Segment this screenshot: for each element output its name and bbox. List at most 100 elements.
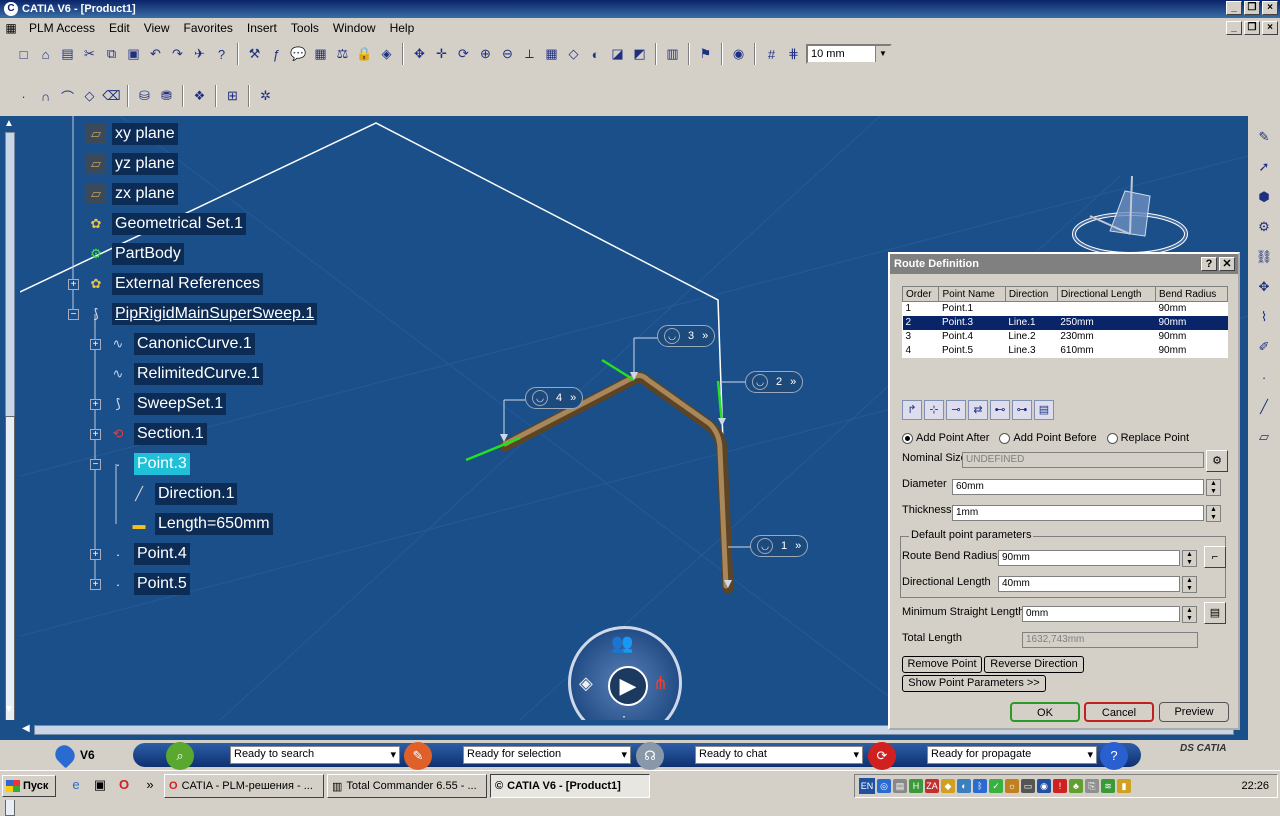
add-point-icon[interactable]: ⊹ [924,400,944,420]
snap-point-icon[interactable]: ⊷ [990,400,1010,420]
assembly-tool-icon[interactable]: ❖ [190,87,209,106]
language-indicator[interactable]: EN [859,778,875,794]
catalog-point-icon[interactable]: ▤ [1034,400,1054,420]
selection-tool-icon[interactable]: ✎ [404,742,432,770]
dir-length-field[interactable]: 40mm [998,576,1180,592]
column-header[interactable]: Order [901,286,940,302]
ie-icon[interactable]: e [68,777,84,793]
preview-button[interactable]: Preview [1159,702,1229,722]
tray-bluetooth-icon[interactable]: ᛒ [973,779,987,793]
point-label-1[interactable]: ◡ 1» [750,535,809,557]
diameter-spinner[interactable]: ▲ ▼ [1206,479,1221,496]
paste-icon[interactable]: ▣ [124,45,143,64]
tray-network-icon[interactable]: ◎ [877,779,891,793]
axis-tool-icon[interactable]: ✲ [256,87,275,106]
bend-radius-table-icon[interactable]: ⌐ [1204,546,1226,568]
new-icon[interactable]: □ [14,45,33,64]
catalog-icon[interactable]: ▥ [663,45,682,64]
bend-radius-spinner[interactable]: ▲ ▼ [1182,550,1197,567]
menu-tools[interactable]: Tools [284,21,326,35]
scale-combo[interactable]: 10 mm ▼ [806,44,892,64]
start-button[interactable]: Пуск [2,775,56,797]
undo-icon[interactable]: ↶ [146,45,165,64]
tray-battery-icon[interactable]: ▮ [1117,779,1131,793]
tree-scrollbar[interactable]: ▲ ▼ [0,116,20,816]
play-icon[interactable]: ▶ [608,666,648,706]
dialog-help-button[interactable]: ? [1201,257,1217,271]
tree-node-piprigidmainsupersweep-1[interactable]: ⟆ PipRigidMainSuperSweep.1 [86,301,318,327]
tree-node-direction-1[interactable]: ╱ Direction.1 [129,481,238,507]
zoom-in-icon[interactable]: ⊕ [476,45,495,64]
help-globe-icon[interactable]: ? [1100,742,1128,770]
hammer-icon[interactable]: ⚒ [245,45,264,64]
doc-restore-button[interactable]: ❐ [1244,21,1260,35]
measure-icon[interactable]: ⚖ [333,45,352,64]
tree-node-section-1[interactable]: ⟲ Section.1 [108,421,207,447]
menu-favorites[interactable]: Favorites [177,21,240,35]
explorer-icon[interactable]: ▣ [92,777,108,793]
shading-icon[interactable]: ◐ [586,45,605,64]
table-row[interactable]: 1 Point.1 90mm [903,302,1228,316]
curve-tool-icon[interactable]: ∩ [36,87,55,106]
opera-icon[interactable]: O [116,777,132,793]
propagate-icon[interactable]: ⟳ [868,742,896,770]
minimize-button[interactable]: _ [1226,1,1242,15]
tree-node-relimitedcurve-1[interactable]: ∿ RelimitedCurve.1 [108,361,263,387]
surface-tool-icon[interactable]: ◇ [80,87,99,106]
dialog-close-button[interactable]: ✕ [1219,257,1235,271]
point-tool-icon[interactable]: · [14,87,33,106]
camera-icon[interactable]: ◉ [729,45,748,64]
zoom-out-icon[interactable]: ⊖ [498,45,517,64]
erase-tool-icon[interactable]: ⌫ [102,87,121,106]
people-icon[interactable]: 👥 [611,633,633,654]
point-label-2[interactable]: ◡ 2» [745,371,804,393]
pan-icon[interactable]: ✛ [432,45,451,64]
column-header[interactable]: Bend Radius [1155,286,1228,302]
redo-icon[interactable]: ↷ [168,45,187,64]
structure-icon[interactable]: ⋔ [653,673,668,694]
fit-all-icon[interactable]: ✥ [410,45,429,64]
search-icon[interactable]: ⌕ [166,742,194,770]
lock-icon[interactable]: 🔒 [355,45,374,64]
product-tool-icon[interactable]: ⛃ [157,87,176,106]
expand-point-5-toggle[interactable]: + [90,579,101,590]
multi-view-icon[interactable]: ▦ [542,45,561,64]
arc-tool-icon[interactable]: ⌒ [58,87,77,106]
sketch-icon[interactable]: ✐ [1253,336,1275,358]
reverse-direction-button[interactable]: Reverse Direction [984,656,1084,673]
diameter-field[interactable]: 60mm [952,479,1204,495]
formula-icon[interactable]: ƒ [267,45,286,64]
tree-node-point-5[interactable]: · Point.5 [108,571,190,597]
tree-node-point-4[interactable]: · Point.4 [108,541,190,567]
tray-printer-icon[interactable]: ▤ [893,779,907,793]
chevron-down-icon[interactable]: ▼ [875,46,890,62]
expand-sweepset-1-toggle[interactable]: + [90,399,101,410]
menu-insert[interactable]: Insert [240,21,284,35]
route-tool-icon[interactable]: ↱ [902,400,922,420]
add-point-before-radio[interactable]: Add Point Before [999,432,1097,444]
save-icon[interactable]: ▤ [58,45,77,64]
column-header[interactable]: Directional Length [1056,286,1157,302]
task-total-commander[interactable]: ▥ Total Commander 6.55 - ... [327,774,487,798]
menu-help[interactable]: Help [383,21,422,35]
tree-tool-icon[interactable]: ⊞ [223,87,242,106]
more-quicklaunch-icon[interactable]: » [142,777,158,793]
part-tool-icon[interactable]: ⛁ [135,87,154,106]
cancel-button[interactable]: Cancel [1084,702,1154,722]
scroll-left-icon[interactable]: ◀ [22,723,30,734]
tree-node-geometrical-set-1[interactable]: ✿ Geometrical Set.1 [86,211,247,237]
tree-node-xy-plane[interactable]: ▱ xy plane [86,121,178,147]
add-point-after-radio[interactable]: Add Point After [902,432,989,444]
tray-h-icon[interactable]: H [909,779,923,793]
tree-node-sweepset-1[interactable]: ⟆ SweepSet.1 [108,391,227,417]
normal-view-icon[interactable]: ⟂ [520,45,539,64]
hide-show-icon[interactable]: ◪ [608,45,627,64]
thickness-field[interactable]: 1mm [952,505,1204,521]
search-field[interactable]: Ready to search ▾ [230,746,400,764]
min-straight-field[interactable]: 0mm [1022,606,1180,622]
expand-canoniccurve-1-toggle[interactable]: + [90,339,101,350]
collapse-point-3-toggle[interactable]: − [90,459,101,470]
table-row[interactable]: 4 Point.5 Line.3 610mm 90mm [903,344,1228,358]
insert-point-icon[interactable]: ⊸ [946,400,966,420]
menu-view[interactable]: View [137,21,177,35]
